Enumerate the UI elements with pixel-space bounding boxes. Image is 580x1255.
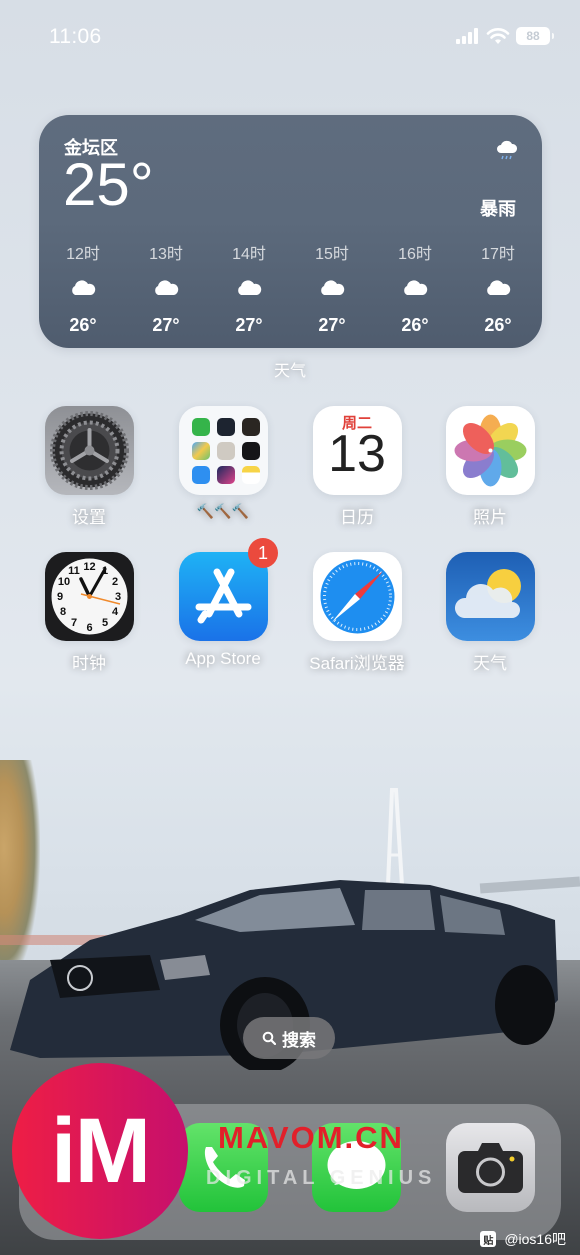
files-mini-icon [191,466,210,484]
svg-text:2: 2 [111,576,117,588]
battery-indicator: 88 [516,27,554,45]
svg-text:3: 3 [114,591,120,603]
hour-label: 15时 [315,246,349,263]
contacts-mini-icon [216,442,235,460]
weather-app-icon [445,552,535,641]
app-app-store[interactable]: 1 App Store [163,538,283,669]
dock-app-camera[interactable] [446,1123,535,1212]
app-safari[interactable]: Safari浏览器 [297,552,417,674]
settings-gear-icon [44,406,134,495]
cloud-icon [155,280,179,295]
search-label: 搜索 [282,1030,316,1050]
svg-text:7: 7 [70,617,76,629]
svg-text:4: 4 [111,606,118,618]
app-label: App Store [185,649,261,668]
status-time: 11:06 [49,25,102,48]
watermark-tagline: DIGITAL GENIUS [206,1167,437,1189]
hour-temp: 27° [235,315,263,335]
find-my-mini-icon [191,418,210,436]
hour-temp: 27° [318,315,346,335]
app-mini-icon [241,418,260,436]
hourly-item: 14时 27° [219,240,279,336]
cloud-icon [321,280,345,295]
clock-icon: 1212 345 678 91011 [44,552,134,641]
svg-text:11: 11 [68,565,80,577]
weather-current-temp: 25° [63,151,154,218]
hour-temp: 26° [401,315,429,335]
svg-text:5: 5 [101,617,107,629]
wifi-icon [486,28,510,44]
hourly-item: 17时 26° [468,240,528,336]
hour-label: 17时 [481,246,515,263]
watermark-logo: iM [12,1063,188,1239]
maps-mini-icon [191,442,210,460]
cloud-icon [487,280,511,295]
app-photos[interactable]: 照片 [430,406,550,528]
app-tools-folder[interactable]: 🔨🔨🔨 [163,406,283,520]
cloud-icon [238,280,262,295]
hour-temp: 26° [484,315,512,335]
app-calendar[interactable]: 周二 13 日历 [297,406,417,528]
credit-text: @ios16吧 [504,1231,566,1247]
weather-widget[interactable]: 金坛区 25° 暴雨 12时 26° 13时 27° 14时 27° 15时 2… [39,115,542,348]
shortcuts-mini-icon [216,466,235,484]
hour-label: 14时 [232,246,266,263]
app-mini-icon [241,442,260,460]
svg-text:12: 12 [83,561,95,573]
app-label: Safari浏览器 [309,654,405,673]
safari-compass-icon [312,552,402,641]
tieba-icon: 贴 [480,1231,497,1247]
hour-label: 13时 [149,246,183,263]
spotlight-search-button[interactable]: 搜索 [243,1017,335,1059]
hour-temp: 27° [152,315,180,335]
status-bar: 11:06 88 [0,22,580,52]
hourly-forecast: 12时 26° 13时 27° 14时 27° 15时 27° 16时 26° … [53,240,528,336]
cellular-signal-icon [456,28,478,44]
calendar-day: 13 [328,425,386,483]
app-settings[interactable]: 设置 [29,406,149,528]
svg-text:9: 9 [56,591,62,603]
app-weather[interactable]: 天气 [430,552,550,674]
app-label: 照片 [473,508,507,527]
app-label: 天气 [473,654,507,673]
cloud-rain-icon [497,140,518,160]
calendar-icon: 周二 13 [312,406,402,495]
weather-widget-label: 天气 [273,363,306,380]
status-icons: 88 [456,27,554,45]
wallpaper-bridge-pylon [386,788,404,885]
watermark-site: MAVOM.CN [218,1120,404,1155]
svg-text:10: 10 [57,576,69,588]
photos-flower-icon [445,406,535,495]
camera-icon [458,1143,523,1193]
folder-icon [178,406,268,495]
app-label: 设置 [72,508,106,527]
folder-label: 🔨🔨🔨 [196,503,250,519]
hourly-item: 16时 26° [385,240,445,336]
hourly-item: 13时 27° [136,240,196,336]
cloud-icon [72,280,96,295]
app-mini-icon [216,418,235,436]
search-icon [262,1031,276,1045]
svg-text:6: 6 [86,622,92,634]
hourly-item: 15时 27° [302,240,362,336]
notes-mini-icon [241,466,260,484]
app-label: 日历 [340,508,374,527]
svg-text:8: 8 [59,606,65,618]
credit: 贴 @ios16吧 [480,1229,566,1249]
weather-condition: 暴雨 [480,199,516,219]
notification-badge: 1 [248,538,278,568]
app-label: 时钟 [72,654,106,673]
hour-temp: 26° [69,315,97,335]
hour-label: 16时 [398,246,432,263]
app-clock[interactable]: 1212 345 678 91011 时钟 [29,552,149,674]
cloud-icon [404,280,428,295]
hour-label: 12时 [66,246,100,263]
hourly-item: 12时 26° [53,240,113,336]
